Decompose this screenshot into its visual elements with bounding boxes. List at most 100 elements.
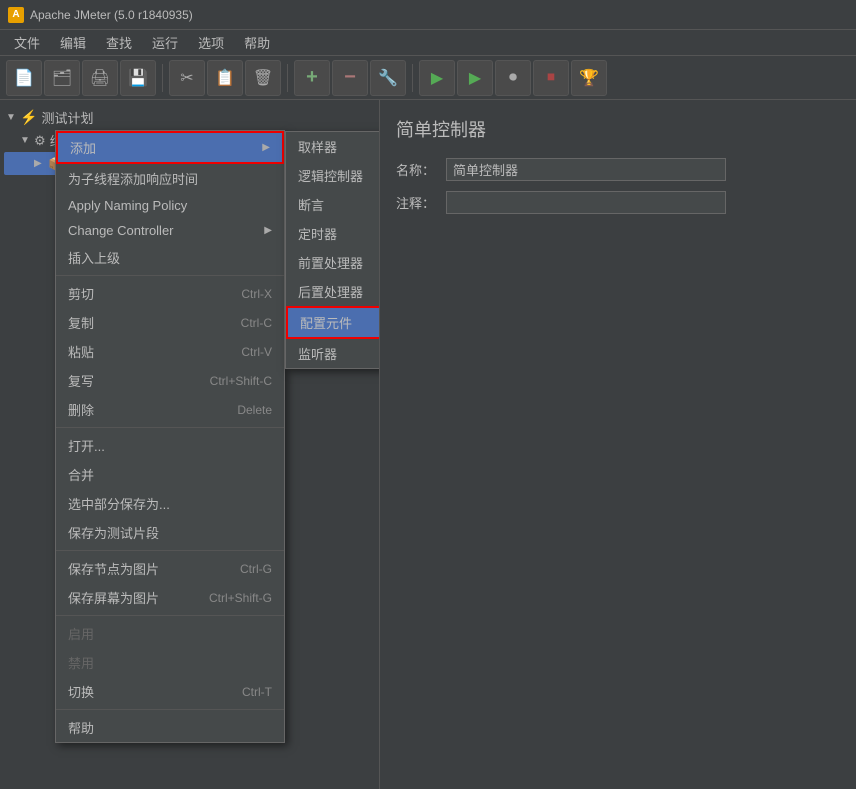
ctx-save-node-img-shortcut: Ctrl-G xyxy=(240,562,272,576)
toolbar-run-selected[interactable]: ▶ xyxy=(457,60,493,96)
main-layout: ▼ ⚡ 测试计划 ▼ ⚙ 线程组 ▶ 📦 简单... 添加 ▶ xyxy=(0,100,856,789)
submenu-add-pre-processor-label: 前置处理器 xyxy=(298,253,363,272)
ctx-toggle[interactable]: 切换 Ctrl-T xyxy=(56,677,284,706)
toolbar-delete[interactable]: 🗑 xyxy=(245,60,281,96)
toolbar-add[interactable]: + xyxy=(294,60,330,96)
form-row-comment: 注释： xyxy=(396,191,840,214)
submenu-add-logic[interactable]: 逻辑控制器 ▶ xyxy=(286,161,380,190)
tree-arrow-simple: ▶ xyxy=(34,158,44,169)
tree-label-test-plan: 测试计划 xyxy=(41,108,93,127)
submenu-add-logic-label: 逻辑控制器 xyxy=(298,166,363,185)
form-input-name[interactable] xyxy=(446,158,726,181)
submenu-add-listener-label: 监听器 xyxy=(298,344,337,363)
ctx-save-selection-label: 选中部分保存为... xyxy=(68,494,170,513)
tree-item-test-plan[interactable]: ▼ ⚡ 测试计划 xyxy=(4,106,375,129)
menu-run[interactable]: 运行 xyxy=(142,30,188,55)
ctx-delete[interactable]: 删除 Delete xyxy=(56,395,284,424)
right-panel: 简单控制器 名称： 注释： xyxy=(380,100,856,789)
app-icon: A xyxy=(8,7,24,23)
ctx-save-screen-img[interactable]: 保存屏幕为图片 Ctrl+Shift-G xyxy=(56,583,284,612)
ctx-cut[interactable]: 剪切 Ctrl-X xyxy=(56,279,284,308)
ctx-save-node-img-label: 保存节点为图片 xyxy=(68,559,159,578)
ctx-copy-label: 复制 xyxy=(68,313,94,332)
ctx-delete-shortcut: Delete xyxy=(237,403,272,417)
panel-title: 简单控制器 xyxy=(396,116,840,142)
menu-bar: 文件 编辑 查找 运行 选项 帮助 xyxy=(0,30,856,56)
toolbar-template[interactable]: 🗂 xyxy=(44,60,80,96)
tree-arrow-thread-group: ▼ xyxy=(20,135,30,146)
ctx-sep5 xyxy=(56,709,284,710)
ctx-cut-shortcut: Ctrl-X xyxy=(241,287,272,301)
ctx-sep3 xyxy=(56,550,284,551)
submenu-add-config[interactable]: 配置元件 ▶ xyxy=(286,306,380,339)
ctx-add-arrow: ▶ xyxy=(262,142,270,153)
ctx-sep2 xyxy=(56,427,284,428)
toolbar-remove[interactable]: − xyxy=(332,60,368,96)
menu-options[interactable]: 选项 xyxy=(188,30,234,55)
toolbar-pause[interactable]: ⏺ xyxy=(495,60,531,96)
ctx-add-label: 添加 xyxy=(70,138,96,157)
submenu-add-pre-processor[interactable]: 前置处理器 ▶ xyxy=(286,248,380,277)
form-row-name: 名称： xyxy=(396,158,840,181)
toolbar-copy[interactable]: 📋 xyxy=(207,60,243,96)
ctx-help[interactable]: 帮助 xyxy=(56,713,284,742)
ctx-duplicate[interactable]: 复写 Ctrl+Shift-C xyxy=(56,366,284,395)
thread-group-icon: ⚙ xyxy=(34,133,46,149)
toolbar-save[interactable]: 💾 xyxy=(120,60,156,96)
toolbar-run[interactable]: ▶ xyxy=(419,60,455,96)
ctx-save-fragment[interactable]: 保存为测试片段 xyxy=(56,518,284,547)
ctx-open-label: 打开... xyxy=(68,436,105,455)
ctx-copy-shortcut: Ctrl-C xyxy=(241,316,272,330)
ctx-save-node-img[interactable]: 保存节点为图片 Ctrl-G xyxy=(56,554,284,583)
ctx-add-response-time-label: 为子线程添加响应时间 xyxy=(68,169,198,188)
submenu-add-listener[interactable]: 监听器 ▶ xyxy=(286,339,380,368)
ctx-save-selection[interactable]: 选中部分保存为... xyxy=(56,489,284,518)
ctx-toggle-shortcut: Ctrl-T xyxy=(242,685,272,699)
ctx-change-ctrl-arrow: ▶ xyxy=(264,225,272,236)
submenu-add-sampler[interactable]: 取样器 ▶ xyxy=(286,132,380,161)
ctx-duplicate-label: 复写 xyxy=(68,371,94,390)
submenu-add-config-label: 配置元件 xyxy=(300,313,352,332)
ctx-toggle-label: 切换 xyxy=(68,682,94,701)
ctx-disable-label: 禁用 xyxy=(68,653,94,672)
ctx-save-fragment-label: 保存为测试片段 xyxy=(68,523,159,542)
ctx-add-response-time[interactable]: 为子线程添加响应时间 xyxy=(56,164,284,193)
submenu-add-post-processor[interactable]: 后置处理器 ▶ xyxy=(286,277,380,306)
ctx-delete-label: 删除 xyxy=(68,400,94,419)
ctx-paste[interactable]: 粘贴 Ctrl-V xyxy=(56,337,284,366)
title-bar: A Apache JMeter (5.0 r1840935) xyxy=(0,0,856,30)
toolbar-stop[interactable]: ⏹ xyxy=(533,60,569,96)
menu-file[interactable]: 文件 xyxy=(4,30,50,55)
ctx-apply-naming[interactable]: Apply Naming Policy xyxy=(56,193,284,218)
toolbar-cut[interactable]: ✂ xyxy=(169,60,205,96)
submenu-add-sampler-label: 取样器 xyxy=(298,137,337,156)
ctx-copy[interactable]: 复制 Ctrl-C xyxy=(56,308,284,337)
menu-find[interactable]: 查找 xyxy=(96,30,142,55)
menu-edit[interactable]: 编辑 xyxy=(50,30,96,55)
submenu-add-timer[interactable]: 定时器 ▶ xyxy=(286,219,380,248)
ctx-cut-label: 剪切 xyxy=(68,284,94,303)
submenu-add-assertion[interactable]: 断言 ▶ xyxy=(286,190,380,219)
submenu-add: 取样器 ▶ 逻辑控制器 ▶ 断言 ▶ 定时器 ▶ 前置处理器 ▶ xyxy=(285,131,380,369)
toolbar-config[interactable]: 🔧 xyxy=(370,60,406,96)
context-menu: 添加 ▶ 为子线程添加响应时间 Apply Naming Policy Chan… xyxy=(55,130,285,743)
ctx-apply-naming-label: Apply Naming Policy xyxy=(68,198,187,213)
ctx-merge[interactable]: 合并 xyxy=(56,460,284,489)
ctx-save-screen-img-label: 保存屏幕为图片 xyxy=(68,588,159,607)
form-input-comment[interactable] xyxy=(446,191,726,214)
form-label-comment: 注释： xyxy=(396,193,446,212)
submenu-add-assertion-label: 断言 xyxy=(298,195,324,214)
ctx-insert-parent[interactable]: 插入上级 xyxy=(56,243,284,272)
toolbar-print[interactable]: 🖨 xyxy=(82,60,118,96)
ctx-paste-label: 粘贴 xyxy=(68,342,94,361)
ctx-add[interactable]: 添加 ▶ xyxy=(56,131,284,164)
toolbar-new[interactable]: 📄 xyxy=(6,60,42,96)
toolbar-trophy[interactable]: 🏆 xyxy=(571,60,607,96)
ctx-open[interactable]: 打开... xyxy=(56,431,284,460)
test-plan-icon: ⚡ xyxy=(20,109,37,126)
ctx-sep1 xyxy=(56,275,284,276)
menu-help[interactable]: 帮助 xyxy=(234,30,280,55)
toolbar-sep3 xyxy=(412,64,413,92)
ctx-change-controller[interactable]: Change Controller ▶ xyxy=(56,218,284,243)
ctx-merge-label: 合并 xyxy=(68,465,94,484)
